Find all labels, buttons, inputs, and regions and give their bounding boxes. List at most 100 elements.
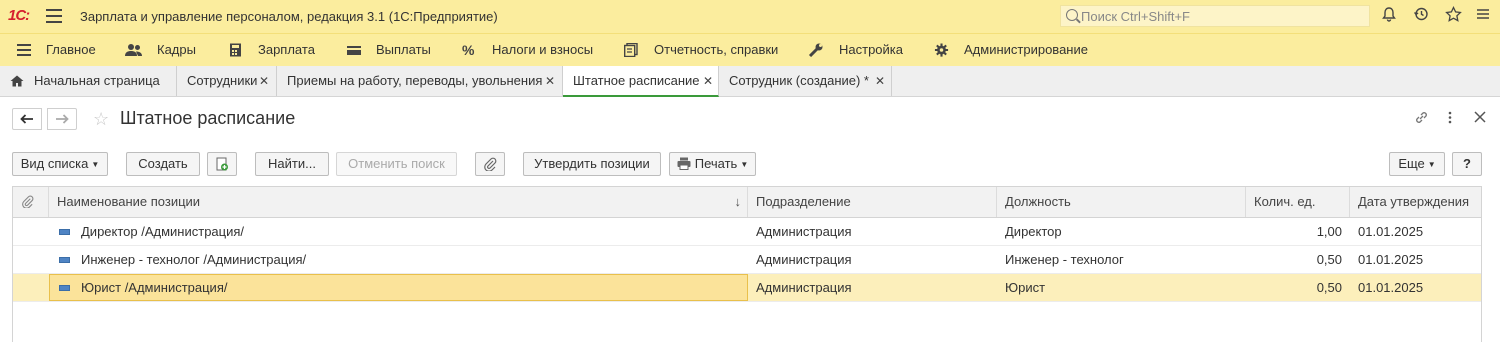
open-windows-tabs: Начальная страница Сотрудники ✕ Приемы н…: [0, 66, 1500, 97]
tab-label: Сотрудник (создание) *: [729, 73, 869, 88]
close-icon[interactable]: ✕: [875, 66, 885, 96]
attachments-button[interactable]: [475, 152, 505, 176]
column-header-position[interactable]: Должность: [997, 187, 1246, 217]
staff-schedule-table[interactable]: Наименование позиции ↓ Подразделение Дол…: [12, 186, 1482, 342]
add-copy-icon: [216, 157, 228, 171]
section-label: Главное: [46, 42, 96, 57]
section-label: Администрирование: [964, 42, 1088, 57]
column-header-label: Наименование позиции: [57, 194, 201, 209]
app-logo: 1С:: [8, 7, 30, 24]
bell-icon[interactable]: [1379, 6, 1399, 26]
create-button[interactable]: Создать: [126, 152, 200, 176]
gear-icon: [934, 43, 949, 57]
column-header-department[interactable]: Подразделение: [748, 187, 997, 217]
section-reports[interactable]: Отчетность, справки: [620, 34, 795, 66]
help-button[interactable]: ?: [1452, 152, 1482, 176]
print-button[interactable]: Печать ▼: [669, 152, 756, 176]
cell-department: Администрация: [756, 224, 852, 239]
find-label: Найти...: [268, 156, 316, 171]
table-header: Наименование позиции ↓ Подразделение Дол…: [13, 187, 1481, 218]
more-menu-icon[interactable]: [1473, 6, 1493, 26]
cancel-search-label: Отменить поиск: [348, 156, 445, 171]
position-item-icon: [59, 257, 70, 263]
paperclip-icon: [484, 157, 497, 172]
column-header-name[interactable]: Наименование позиции ↓: [49, 187, 748, 217]
position-item-icon: [59, 229, 70, 235]
cell-quantity: 0,50: [1316, 252, 1342, 267]
find-button[interactable]: Найти...: [255, 152, 329, 176]
tab-employees[interactable]: Сотрудники ✕: [177, 66, 277, 96]
wrench-icon: [808, 43, 823, 57]
cell-name: Инженер - технолог /Администрация/: [81, 252, 307, 267]
dropdown-arrow-icon: ▼: [740, 159, 749, 169]
column-header-quantity[interactable]: Колич. ед.: [1246, 187, 1350, 217]
section-main[interactable]: Главное: [0, 34, 110, 66]
cell-date: 01.01.2025: [1358, 252, 1424, 267]
view-list-label: Вид списка: [20, 156, 89, 171]
cell-department: Администрация: [756, 252, 852, 267]
global-search[interactable]: [1060, 5, 1370, 27]
position-item-icon: [59, 285, 70, 291]
cell-position: Директор: [1005, 224, 1062, 239]
paperclip-icon: [22, 195, 34, 209]
printer-icon: [677, 157, 691, 170]
column-header-label: Должность: [1005, 194, 1071, 209]
tab-staff-schedule[interactable]: Штатное расписание ✕: [563, 66, 719, 97]
column-header-attachment[interactable]: [13, 187, 49, 217]
people-icon: [125, 44, 142, 56]
section-hr[interactable]: Кадры: [115, 34, 215, 66]
section-admin[interactable]: Администрирование: [930, 34, 1100, 66]
copy-button[interactable]: [207, 152, 237, 176]
cancel-search-button[interactable]: Отменить поиск: [336, 152, 457, 176]
cell-date: 01.01.2025: [1358, 224, 1424, 239]
history-icon[interactable]: [1411, 6, 1431, 26]
cell-quantity: 1,00: [1316, 224, 1342, 239]
approve-label: Утвердить позиции: [534, 156, 650, 171]
section-taxes[interactable]: % Налоги и взносы: [458, 34, 608, 66]
section-label: Выплаты: [376, 42, 431, 57]
close-icon[interactable]: ✕: [703, 66, 713, 96]
dropdown-arrow-icon: ▼: [1427, 159, 1436, 169]
tab-employee-create[interactable]: Сотрудник (создание) * ✕: [719, 66, 892, 96]
back-button[interactable]: [12, 108, 42, 130]
search-input[interactable]: [1081, 8, 1361, 24]
link-icon[interactable]: [1414, 110, 1429, 128]
approve-positions-button[interactable]: Утвердить позиции: [523, 152, 661, 176]
table-row[interactable]: Директор /Администрация/ Администрация Д…: [13, 218, 1481, 246]
close-form-icon[interactable]: [1474, 110, 1486, 126]
arrow-left-icon: [20, 114, 33, 124]
section-settings[interactable]: Настройка: [805, 34, 925, 66]
tab-hiring[interactable]: Приемы на работу, переводы, увольнения ✕: [277, 66, 563, 96]
section-salary[interactable]: Зарплата: [220, 34, 330, 66]
reports-icon: [624, 43, 638, 57]
dropdown-arrow-icon: ▼: [91, 159, 100, 169]
table-row[interactable]: Инженер - технолог /Администрация/ Админ…: [13, 246, 1481, 274]
tab-label: Приемы на работу, переводы, увольнения: [287, 73, 543, 88]
more-label: Еще: [1398, 156, 1425, 171]
close-icon[interactable]: ✕: [545, 66, 555, 96]
add-to-favorites-star-icon[interactable]: ☆: [93, 109, 109, 130]
favorites-star-icon[interactable]: [1443, 5, 1463, 26]
cell-quantity: 0,50: [1316, 280, 1342, 295]
main-menu-icon[interactable]: [46, 9, 62, 23]
view-list-button[interactable]: Вид списка ▼: [12, 152, 108, 176]
section-label: Кадры: [157, 42, 196, 57]
menu-icon: [17, 44, 31, 56]
calculator-icon: [230, 43, 241, 57]
cell-name: Юрист /Администрация/: [81, 280, 228, 295]
table-row-selected[interactable]: Юрист /Администрация/ Администрация Юрис…: [13, 274, 1481, 302]
cell-name: Директор /Администрация/: [81, 224, 245, 239]
tab-label: Сотрудники: [187, 73, 258, 88]
section-payments[interactable]: Выплаты: [340, 34, 450, 66]
percent-icon: %: [462, 42, 475, 58]
column-header-date[interactable]: Дата утверждения: [1350, 187, 1481, 217]
close-icon[interactable]: ✕: [259, 66, 269, 96]
sort-desc-icon: ↓: [734, 194, 742, 209]
cell-department: Администрация: [756, 280, 852, 295]
wallet-icon: [347, 46, 361, 55]
app-title: Зарплата и управление персоналом, редакц…: [80, 9, 498, 24]
more-button[interactable]: Еще ▼: [1389, 152, 1445, 176]
forward-button[interactable]: [47, 108, 77, 130]
more-actions-icon[interactable]: [1447, 110, 1453, 128]
tab-home[interactable]: Начальная страница: [0, 66, 177, 96]
